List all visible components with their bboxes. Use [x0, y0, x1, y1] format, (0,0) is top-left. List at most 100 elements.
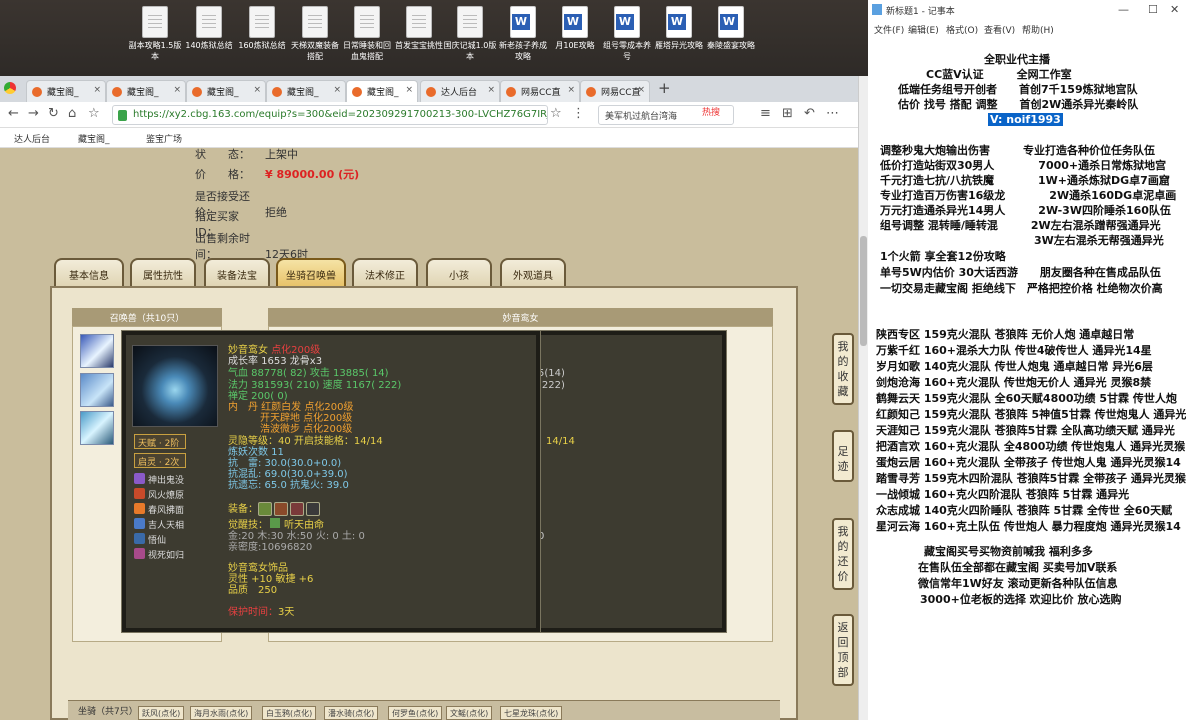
document-icon	[249, 6, 275, 38]
bookmark-item[interactable]: 藏宝阁_	[78, 132, 110, 145]
summon-avatar[interactable]	[80, 373, 114, 407]
close-icon[interactable]: ×	[405, 85, 413, 95]
url-input[interactable]: https://xy2.cbg.163.com/equip?s=300&eid=…	[112, 105, 548, 125]
summon-detail-header: 妙音鸾女	[268, 308, 773, 326]
desktop-file-icon[interactable]: 国庆记城1.0版本	[443, 6, 497, 62]
skill-item[interactable]: 悟仙	[134, 533, 166, 546]
close-icon[interactable]: ×	[93, 85, 101, 95]
undo-icon[interactable]: ↶	[804, 106, 815, 121]
menu-help[interactable]: 帮助(H)	[1022, 23, 1054, 36]
my-favorites-button[interactable]: 我的收藏	[832, 333, 854, 405]
desktop-file-label: 新老孩子养成攻略	[499, 41, 547, 61]
tab-basic-info[interactable]: 基本信息	[54, 258, 124, 286]
menu-file[interactable]: 文件(F)	[874, 23, 904, 36]
word-document-icon	[562, 6, 588, 38]
browser-tab-active[interactable]: 藏宝阁_ ×	[346, 80, 418, 102]
text-line: 全职业代主播	[984, 53, 1050, 66]
browser-tab[interactable]: 藏宝阁_ ×	[26, 80, 106, 102]
equip-slot-icon[interactable]	[290, 502, 304, 516]
bookmark-star-icon[interactable]: ☆	[88, 106, 100, 121]
close-icon[interactable]: ×	[637, 85, 645, 95]
favorite-star-icon[interactable]: ☆	[550, 106, 562, 121]
summon-avatar[interactable]	[80, 411, 114, 445]
tab-summons[interactable]: 坐骑召唤兽	[276, 258, 346, 286]
desktop-file-icon[interactable]: 160炼狱总结	[235, 6, 289, 51]
skill-item[interactable]: 风火燎原	[134, 488, 184, 501]
my-offers-button[interactable]: 我的还价	[832, 518, 854, 590]
new-tab-button[interactable]: +	[658, 79, 671, 97]
desktop-file-icon[interactable]: 140炼狱总结	[182, 6, 236, 51]
tab-appearance[interactable]: 外观道具	[500, 258, 566, 286]
equip-slot-icon[interactable]	[258, 502, 272, 516]
skill-item[interactable]: 春风拂面	[134, 503, 184, 516]
page-scrollbar[interactable]	[858, 76, 868, 720]
close-icon[interactable]: ✕	[1170, 3, 1179, 16]
text-line: 天涯知己 159克火混队 苍狼阵5甘霖 全队高功绩天赋 通异光	[876, 424, 1175, 437]
desktop-file-icon[interactable]: 日常睡装和回血鬼搭配	[340, 6, 394, 62]
tab-equipment[interactable]: 装备法宝	[204, 258, 270, 286]
mount-tab[interactable]: 海月水雨(点化)	[190, 706, 253, 720]
bookmark-item[interactable]: 达人后台	[14, 132, 50, 145]
tab-spells[interactable]: 法术修正	[352, 258, 418, 286]
menu-edit[interactable]: 编辑(E)	[908, 23, 939, 36]
home-icon[interactable]: ⌂	[68, 106, 76, 121]
mount-tab[interactable]: 七星龙珠(点化)	[500, 706, 563, 720]
back-to-top-button[interactable]: 返回顶部	[832, 614, 854, 686]
close-icon[interactable]: ×	[333, 85, 341, 95]
share-icon[interactable]: ⋮	[572, 106, 585, 121]
desktop-background: 副本攻略1.5版本 140炼狱总结 160炼狱总结 天梯双魔装备搭配 日常睡装和…	[0, 0, 868, 76]
desktop-file-icon[interactable]: 新老孩子养成攻略	[496, 6, 550, 62]
mount-tab[interactable]: 跃风(点化)	[138, 706, 185, 720]
menu-icon[interactable]: ≡	[760, 106, 771, 121]
mount-tab[interactable]: 白玉鸦(点化)	[262, 706, 317, 720]
skill-item[interactable]: 神出鬼没	[134, 473, 184, 486]
menu-view[interactable]: 查看(V)	[984, 23, 1015, 36]
history-button[interactable]: 足迹	[832, 430, 854, 482]
skill-item[interactable]: 视死如归	[134, 548, 184, 561]
hot-search-label[interactable]: 热搜	[702, 105, 720, 118]
browser-tab[interactable]: 藏宝阁_ ×	[106, 80, 186, 102]
browser-tab[interactable]: 网易CC直 ×	[580, 80, 650, 102]
desktop-file-icon[interactable]: 雁塔异光攻略	[652, 6, 706, 51]
desktop-file-icon[interactable]: 组号零成本养号	[600, 6, 654, 62]
tab-attributes[interactable]: 属性抗性	[130, 258, 196, 286]
maximize-icon[interactable]: ☐	[1148, 3, 1158, 16]
browser-tab[interactable]: 网易CC直 ×	[500, 80, 580, 102]
skill-item[interactable]: 吉人天相	[134, 518, 184, 531]
side-char: 价	[837, 570, 849, 583]
skill-label: 悟仙	[148, 536, 167, 546]
notepad-text-area[interactable]: 全职业代主播 CC蓝V认证 全网工作室 低端任务组号开创者 首创7千159炼狱地…	[868, 40, 1186, 720]
browser-tab[interactable]: 藏宝阁_ ×	[266, 80, 346, 102]
close-icon[interactable]: ×	[173, 85, 181, 95]
side-char: 回	[837, 636, 849, 649]
desktop-file-icon[interactable]: 首发宝宝挑性	[392, 6, 446, 51]
bookmark-item[interactable]: 鉴宝广场	[146, 132, 182, 145]
tab-child[interactable]: 小孩	[426, 258, 492, 286]
desktop-file-icon[interactable]: 月10E攻略	[548, 6, 602, 51]
menu-format[interactable]: 格式(O)	[946, 23, 978, 36]
reload-icon[interactable]: ↻	[48, 106, 59, 121]
desktop-file-icon[interactable]: 副本攻略1.5版本	[128, 6, 182, 62]
close-icon[interactable]: ×	[253, 85, 261, 95]
equip-slot-icon[interactable]	[274, 502, 288, 516]
detail-value: 5(14)	[538, 368, 565, 379]
close-icon[interactable]: ×	[567, 85, 575, 95]
more-icon[interactable]: ⋯	[826, 106, 839, 121]
scrollbar-thumb[interactable]	[860, 236, 867, 346]
back-icon[interactable]: ←	[8, 106, 19, 121]
minimize-icon[interactable]: —	[1118, 3, 1129, 16]
mount-tab[interactable]: 文鳐(点化)	[446, 706, 493, 720]
mount-tab[interactable]: 何罗鱼(点化)	[388, 706, 443, 720]
grid-icon[interactable]: ⊞	[782, 106, 793, 121]
mount-tab[interactable]: 潘水骑(点化)	[324, 706, 379, 720]
equip-slot-icon[interactable]	[306, 502, 320, 516]
desktop-file-icon[interactable]: 天梯双魔装备搭配	[288, 6, 342, 62]
browser-tab[interactable]: 达人后台 ×	[420, 80, 500, 102]
desktop-file-label: 天梯双魔装备搭配	[291, 41, 339, 61]
close-icon[interactable]: ×	[487, 85, 495, 95]
desktop-file-icon[interactable]: 秦陵盛宴攻略	[704, 6, 758, 51]
mount-count-label: 坐骑（共7只）	[78, 707, 138, 717]
browser-tab[interactable]: 藏宝阁_ ×	[186, 80, 266, 102]
forward-icon[interactable]: →	[28, 106, 39, 121]
summon-avatar[interactable]	[80, 334, 114, 368]
